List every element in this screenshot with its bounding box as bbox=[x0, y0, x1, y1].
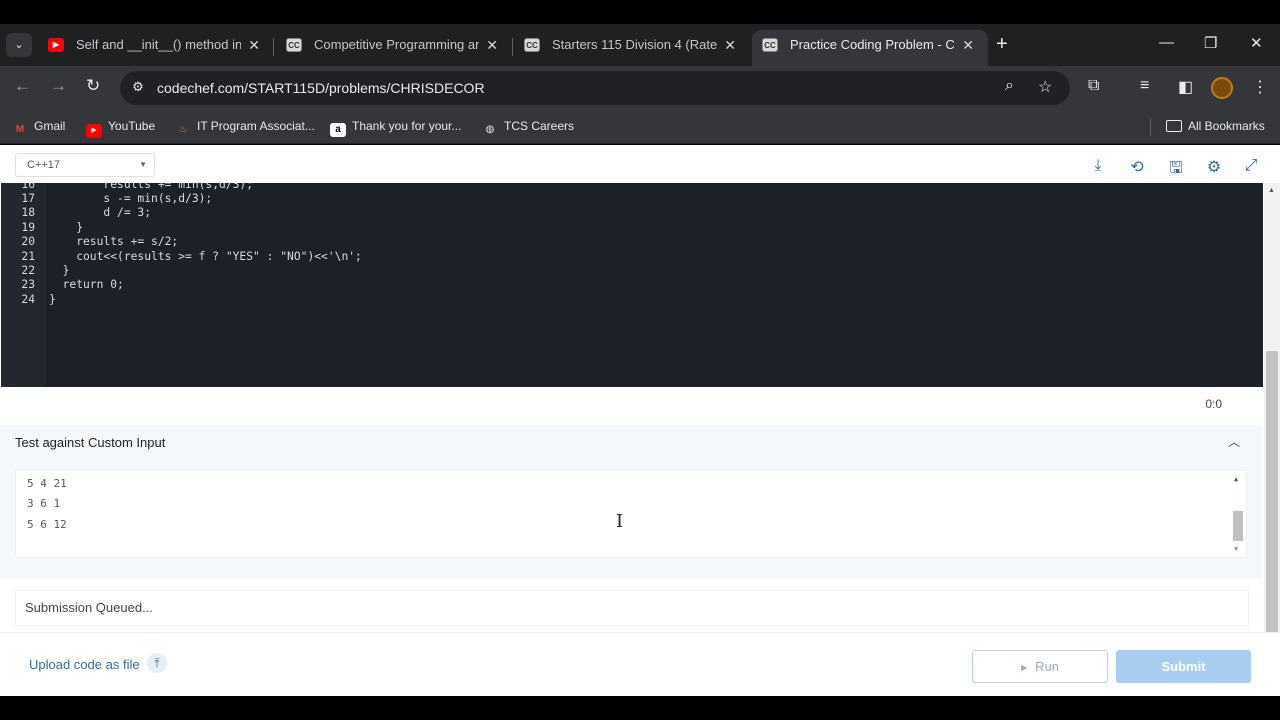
close-icon[interactable]: ✕ bbox=[248, 30, 260, 60]
cursor-position: 0:0 bbox=[1205, 397, 1222, 411]
bookmark-it-program[interactable]: ♨ IT Program Associat... bbox=[175, 118, 315, 137]
download-icon[interactable]: ⤓ bbox=[1089, 157, 1107, 175]
scroll-up-icon[interactable]: ▲ bbox=[1268, 187, 1275, 194]
code-line: 23 return 0; bbox=[21, 278, 124, 291]
code-line: 19 } bbox=[21, 221, 84, 234]
menu-kebab-icon[interactable]: ⋮ bbox=[1252, 77, 1268, 97]
submission-status: Submission Queued... bbox=[15, 590, 1249, 626]
save-icon[interactable]: 🖫 bbox=[1167, 157, 1185, 184]
scrollbar-thumb[interactable] bbox=[1266, 351, 1278, 634]
chevron-down-icon: ▼ bbox=[139, 160, 147, 169]
bookmark-tcs-careers[interactable]: ◍ TCS Careers bbox=[482, 118, 574, 137]
submit-button[interactable]: Submit bbox=[1116, 650, 1251, 683]
youtube-icon: ▶ bbox=[48, 38, 64, 52]
language-value: C++17 bbox=[27, 159, 61, 171]
forward-icon[interactable]: → bbox=[50, 76, 67, 96]
screen: ⌄ ▶ Self and __init__() method in Py ✕ C… bbox=[0, 0, 1280, 720]
run-button[interactable]: ▶ Run bbox=[972, 650, 1108, 683]
fullscreen-icon[interactable]: ⤢ bbox=[1242, 157, 1260, 175]
code-editor[interactable]: 16 results += min(s,d/3); 17 s -= min(s,… bbox=[1, 183, 1263, 387]
codechef-icon: CC bbox=[762, 38, 778, 52]
tab-starters-115[interactable]: CC Starters 115 Division 4 (Rated) C ✕ bbox=[514, 30, 750, 66]
tab-youtube-video[interactable]: ▶ Self and __init__() method in Py ✕ bbox=[38, 30, 274, 66]
amazon-icon: a bbox=[330, 123, 346, 137]
close-icon[interactable]: ✕ bbox=[962, 30, 974, 60]
tab-divider bbox=[512, 38, 513, 56]
code-line: 18 d /= 3; bbox=[21, 206, 152, 219]
input-line: 3 6 1 bbox=[27, 497, 61, 510]
extensions-icon[interactable]: ⧉ bbox=[1088, 77, 1099, 95]
input-line: 5 4 21 bbox=[27, 477, 67, 490]
new-tab-icon[interactable]: + bbox=[996, 33, 1008, 56]
scrollbar-thumb[interactable] bbox=[1233, 511, 1243, 541]
scroll-down-icon[interactable]: ▼ bbox=[1234, 545, 1238, 553]
zoom-icon[interactable]: ⌕ bbox=[1005, 77, 1014, 95]
reset-code-icon[interactable]: ⟲ bbox=[1128, 157, 1146, 177]
tab-divider bbox=[273, 38, 274, 56]
custom-input-textarea[interactable]: 5 4 21 3 6 1 5 6 12 I ▲ ▼ bbox=[15, 470, 1247, 558]
code-line: 21 cout<<(results >= f ? "YES" : "NO")<<… bbox=[21, 250, 362, 263]
address-bar[interactable]: ⚙ codechef.com/START115D/problems/CHRISD… bbox=[120, 71, 1070, 105]
play-icon: ▶ bbox=[1020, 663, 1028, 672]
custom-input-title[interactable]: Test against Custom Input bbox=[15, 435, 165, 450]
input-line: 5 6 12 bbox=[27, 518, 67, 531]
globe-icon: ◍ bbox=[485, 124, 495, 135]
side-panel-icon[interactable]: ◧ bbox=[1178, 77, 1193, 97]
media-control-icon[interactable]: ≡ bbox=[1140, 77, 1149, 95]
page-scrollbar[interactable]: ▲ bbox=[1264, 183, 1280, 634]
url-text: codechef.com/START115D/problems/CHRISDEC… bbox=[157, 80, 485, 96]
bookmarks-divider bbox=[1150, 118, 1151, 136]
codechef-ide-page: C++17 ▼ ⤓ ⟲ 🖫 ⚙ ⤢ 16 results += min(s,d/… bbox=[0, 145, 1280, 696]
youtube-icon: ▶ bbox=[86, 124, 102, 138]
settings-gear-icon[interactable]: ⚙ bbox=[1205, 157, 1223, 177]
bookmark-youtube[interactable]: ▶ YouTube bbox=[86, 118, 155, 138]
site-info-icon[interactable]: ⚙ bbox=[130, 79, 146, 95]
tab-practice-coding-problem[interactable]: CC Practice Coding Problem - Code ✕ bbox=[752, 30, 988, 66]
bookmarks-bar: M Gmail ▶ YouTube ♨ IT Program Associat... … bbox=[0, 110, 1280, 144]
code-line: 17 s -= min(s,d/3); bbox=[21, 192, 213, 205]
language-select[interactable]: C++17 ▼ bbox=[15, 153, 155, 177]
text-cursor-icon: I bbox=[616, 511, 624, 532]
restore-icon[interactable]: ❐ bbox=[1204, 34, 1217, 52]
tab-label: Competitive Programming and bbox=[314, 37, 479, 52]
browser-toolbar: ← → ↻ ⚙ codechef.com/START115D/problems/… bbox=[0, 66, 1280, 110]
minimize-icon[interactable]: — bbox=[1159, 34, 1174, 51]
tab-competitive-programming[interactable]: CC Competitive Programming and ✕ bbox=[276, 30, 512, 66]
chevron-up-icon[interactable]: ︿ bbox=[1228, 433, 1240, 450]
code-line: 22 } bbox=[21, 264, 70, 277]
tab-label: Self and __init__() method in Py bbox=[76, 37, 241, 52]
browser-tab-strip: ⌄ ▶ Self and __init__() method in Py ✕ C… bbox=[0, 24, 1280, 66]
bookmark-site-icon: ♨ bbox=[178, 124, 188, 135]
codechef-icon: CC bbox=[286, 38, 302, 52]
window-close-icon[interactable]: ✕ bbox=[1250, 34, 1263, 52]
upload-icon[interactable]: ⤒ bbox=[147, 653, 167, 673]
tab-label: Practice Coding Problem - Code bbox=[790, 37, 955, 52]
custom-input-panel: Test against Custom Input ︿ 5 4 21 3 6 1… bbox=[0, 425, 1262, 579]
upload-code-link[interactable]: Upload code as file bbox=[29, 657, 140, 672]
code-line: 16 results += min(s,d/3); bbox=[21, 183, 254, 191]
reload-icon[interactable]: ↻ bbox=[86, 76, 100, 96]
bookmark-gmail[interactable]: M Gmail bbox=[12, 118, 66, 137]
close-icon[interactable]: ✕ bbox=[486, 30, 498, 60]
folder-icon bbox=[1166, 120, 1182, 132]
tab-search-icon[interactable]: ⌄ bbox=[6, 33, 32, 57]
code-line: 20 results += s/2; bbox=[21, 235, 179, 248]
codechef-icon: CC bbox=[524, 38, 540, 52]
ide-footer: Upload code as file ⤒ ▶ Run Submit bbox=[0, 632, 1280, 696]
input-scrollbar[interactable]: ▲ ▼ bbox=[1230, 471, 1246, 559]
tab-label: Starters 115 Division 4 (Rated) C bbox=[552, 37, 717, 52]
close-icon[interactable]: ✕ bbox=[724, 30, 736, 60]
back-icon[interactable]: ← bbox=[14, 76, 31, 96]
bookmark-amazon[interactable]: a Thank you for your... bbox=[330, 118, 461, 137]
bookmark-star-icon[interactable]: ☆ bbox=[1038, 77, 1052, 97]
scroll-up-icon[interactable]: ▲ bbox=[1234, 475, 1238, 483]
code-line: 24} bbox=[21, 293, 56, 306]
all-bookmarks[interactable]: All Bookmarks bbox=[1166, 118, 1265, 134]
gmail-icon: M bbox=[15, 124, 25, 135]
profile-avatar[interactable] bbox=[1211, 77, 1233, 99]
